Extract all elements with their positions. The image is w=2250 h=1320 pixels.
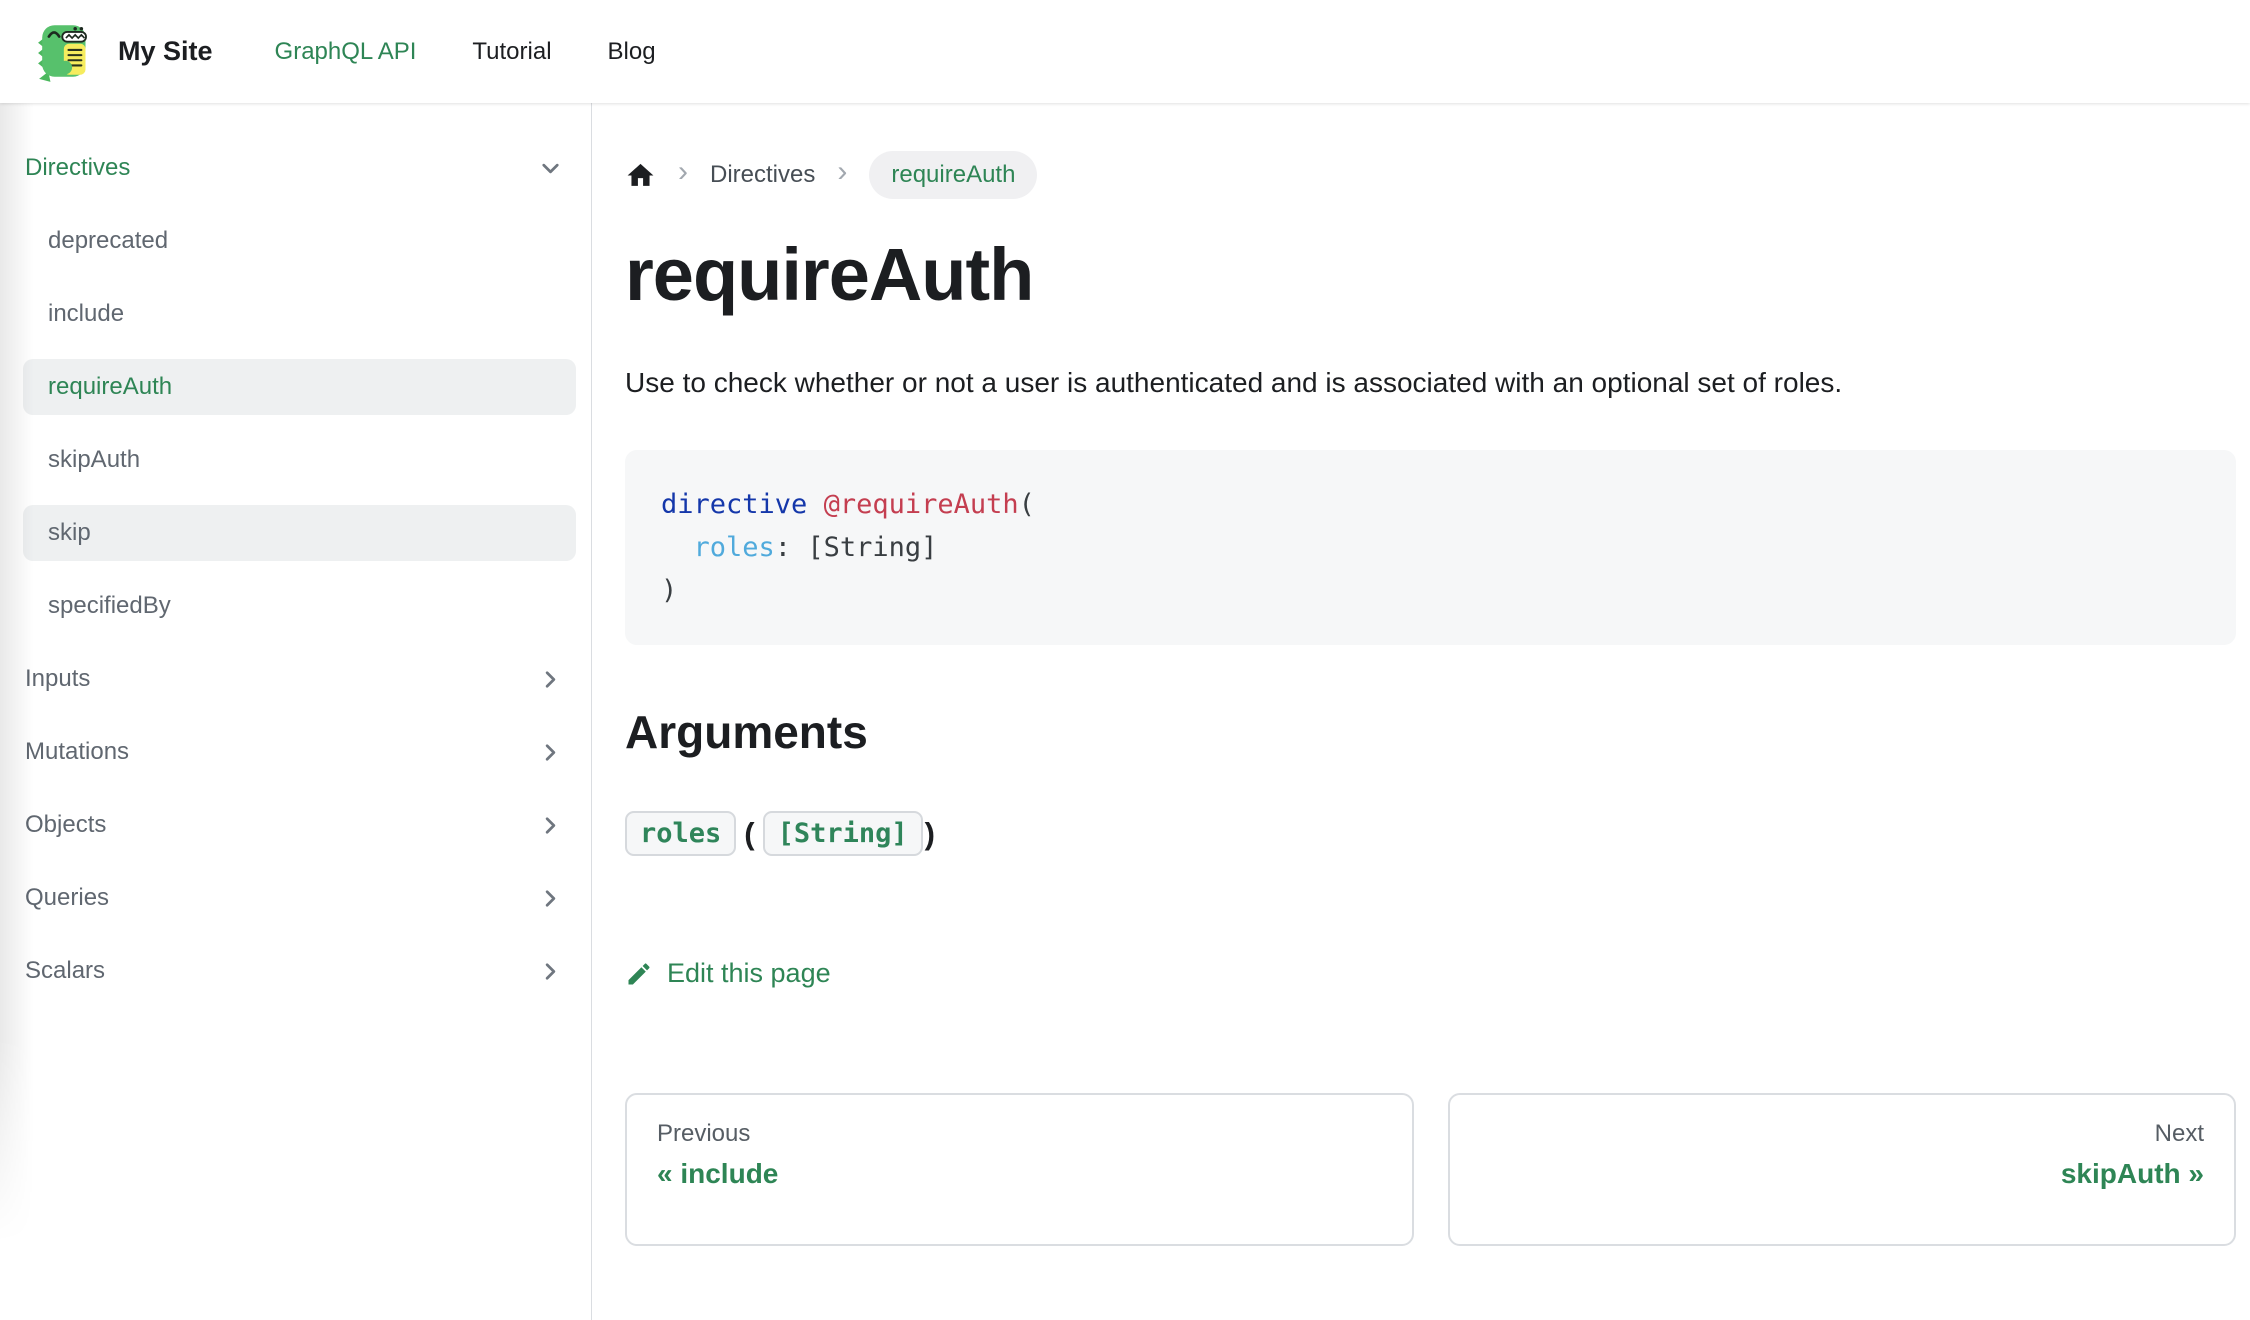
sidebar-item-specifiedby[interactable]: specifiedBy xyxy=(23,578,576,634)
site-brand[interactable]: My Site xyxy=(36,19,213,85)
arguments-row: roles ( [String] ) xyxy=(625,811,2236,856)
breadcrumb-separator: › xyxy=(837,157,847,187)
sidebar-item-skip[interactable]: skip xyxy=(23,505,576,561)
code-token-keyword: directive xyxy=(661,489,807,520)
page-description: Use to check whether or not a user is au… xyxy=(625,361,2236,404)
pagination-next-link: skipAuth » xyxy=(1480,1158,2205,1190)
breadcrumb-item-current: requireAuth xyxy=(869,151,1037,199)
dinosaur-logo xyxy=(36,19,102,85)
breadcrumb-item-directives[interactable]: Directives xyxy=(710,161,815,189)
edit-this-page-label: Edit this page xyxy=(667,958,831,989)
breadcrumb-separator: › xyxy=(678,157,688,187)
sidebar-item-skipauth[interactable]: skipAuth xyxy=(23,432,576,488)
code-content: directive @requireAuth( roles: [String] … xyxy=(661,483,2200,612)
page-title: requireAuth xyxy=(625,232,2236,317)
sidebar-category-objects[interactable]: Objects xyxy=(23,797,576,853)
paren-close: ) xyxy=(925,816,935,852)
sidebar-item-deprecated[interactable]: deprecated xyxy=(23,213,576,269)
nav-link-blog[interactable]: Blog xyxy=(608,38,656,66)
site-title: My Site xyxy=(118,36,213,67)
code-block: directive @requireAuth( roles: [String] … xyxy=(625,450,2236,645)
chevron-down-icon xyxy=(537,155,564,182)
breadcrumb: › Directives › requireAuth xyxy=(625,150,2236,200)
sidebar-category-mutations[interactable]: Mutations xyxy=(23,724,576,780)
pencil-icon xyxy=(625,960,653,988)
argument-name-chip: roles xyxy=(625,811,736,856)
chevron-right-icon xyxy=(537,958,564,985)
sidebar-item-include[interactable]: include xyxy=(23,286,576,342)
chevron-right-icon xyxy=(537,812,564,839)
pagination-previous-card[interactable]: Previous « include xyxy=(625,1093,1414,1246)
argument-type-chip[interactable]: [String] xyxy=(763,811,923,856)
top-navbar: My Site GraphQL API Tutorial Blog xyxy=(0,0,2250,103)
doc-pagination: Previous « include Next skipAuth » xyxy=(625,1093,2236,1246)
sidebar-category-queries[interactable]: Queries xyxy=(23,870,576,926)
sidebar-category-inputs[interactable]: Inputs xyxy=(23,651,576,707)
sidebar-item-requireauth[interactable]: requireAuth xyxy=(23,359,576,415)
pagination-previous-label: Previous xyxy=(657,1120,1382,1148)
sidebar-category-directives[interactable]: Directives xyxy=(23,140,576,196)
chevron-right-icon xyxy=(537,885,564,912)
arguments-heading: Arguments xyxy=(625,705,2236,759)
edit-this-page-link[interactable]: Edit this page xyxy=(625,958,831,989)
code-token-arg-type: [String] xyxy=(807,532,937,563)
chevron-right-icon xyxy=(537,666,564,693)
pagination-next-card[interactable]: Next skipAuth » xyxy=(1448,1093,2237,1246)
sidebar-menu: Directives deprecated include requireAut… xyxy=(23,140,576,999)
home-icon[interactable] xyxy=(625,160,656,191)
chevron-right-icon xyxy=(537,739,564,766)
code-token-directive-name: @requireAuth xyxy=(824,489,1019,520)
pagination-next-label: Next xyxy=(1480,1120,2205,1148)
paren-open: ( xyxy=(744,816,754,852)
doc-main: › Directives › requireAuth requireAuth U… xyxy=(592,103,2250,1320)
nav-link-graphql-api[interactable]: GraphQL API xyxy=(275,38,417,66)
sidebar-category-scalars[interactable]: Scalars xyxy=(23,943,576,999)
docs-sidebar: Directives deprecated include requireAut… xyxy=(0,103,592,1320)
nav-link-tutorial[interactable]: Tutorial xyxy=(472,38,551,66)
code-token-arg-name: roles xyxy=(694,532,775,563)
page-body: Directives deprecated include requireAut… xyxy=(0,103,2250,1320)
navbar-links: GraphQL API Tutorial Blog xyxy=(275,38,656,66)
pagination-previous-link: « include xyxy=(657,1158,1382,1190)
